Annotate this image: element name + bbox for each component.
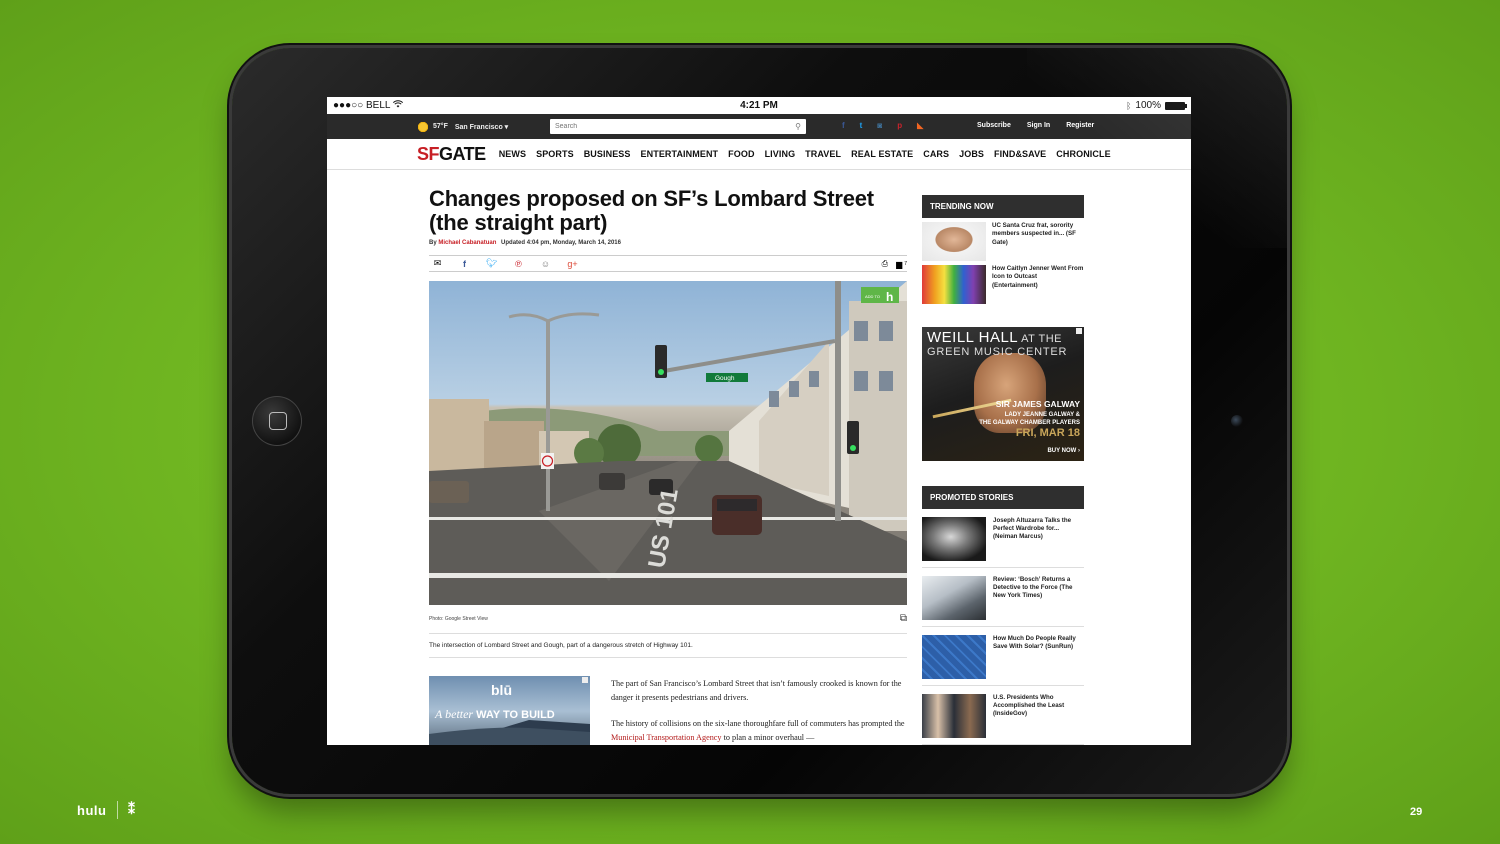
updated-timestamp: Updated 4:04 pm, Monday, March 14, 2016 [501, 240, 621, 246]
email-icon[interactable]: ✉ [431, 258, 444, 269]
paragraph-1: The part of San Francisco’s Lombard Stre… [611, 679, 902, 702]
clock: 4:21 PM [740, 100, 778, 111]
trending-thumbnail [922, 222, 986, 261]
photo-badge-small: ADD TO [865, 294, 880, 299]
nav-item-news[interactable]: NEWS [499, 149, 526, 159]
nav-item-living[interactable]: LIVING [765, 149, 796, 159]
utility-bar: 57°F San Francisco ▾ ⚲ f t ◙ p ◣ Subscri… [327, 114, 1191, 139]
promoted-item[interactable]: Joseph Altuzarra Talks the Perfect Wardr… [922, 509, 1084, 568]
share-bar: ✉ f 🐦︎ ℗ ☺ g+ ⎙ ▆ 7 [429, 255, 907, 272]
sidebar: TRENDING NOW UC Santa Cruz frat, sororit… [922, 195, 1084, 745]
sign-in-link[interactable]: Sign In [1027, 122, 1050, 129]
trending-header: TRENDING NOW [922, 195, 1084, 218]
search-input[interactable] [555, 123, 775, 130]
nav-item-find-save[interactable]: FIND&SAVE [994, 149, 1046, 159]
nav-item-entertainment[interactable]: ENTERTAINMENT [641, 149, 719, 159]
street-sign-text: Gough [715, 375, 735, 382]
article: Changes proposed on SF’s Lombard Street … [429, 186, 907, 745]
trending-thumbnail [922, 265, 986, 304]
register-link[interactable]: Register [1066, 122, 1094, 129]
promoted-thumbnail [922, 694, 986, 738]
search-box: ⚲ [550, 119, 806, 134]
promoted-stories: PROMOTED STORIES Joseph Altuzarra Talks … [922, 486, 1084, 745]
nav-item-travel[interactable]: TRAVEL [805, 149, 841, 159]
pinterest-icon[interactable]: p [897, 121, 902, 130]
search-icon[interactable]: ⚲ [795, 122, 801, 131]
promoted-item[interactable]: Review: ‘Bosch’ Returns a Detective to t… [922, 568, 1084, 627]
nav-item-jobs[interactable]: JOBS [959, 149, 984, 159]
temperature: 57°F [433, 123, 448, 130]
slide-page-number: 29 [1410, 806, 1423, 818]
trending-item[interactable]: UC Santa Cruz frat, sorority members sus… [922, 222, 1084, 261]
blu-tagline: A better WAY TO BUILD [435, 707, 555, 721]
home-button[interactable] [252, 396, 302, 446]
hulu-logo: hulu [77, 803, 107, 818]
promoted-thumbnail [922, 576, 986, 620]
photo-credit: Photo: Google Street View [429, 615, 488, 622]
ipad-frame: ●●●○○ BELL 4:21 PM ᛒ 100% 57°F San Franc… [232, 48, 1287, 794]
byline: By Michael Cabanatuan Updated 4:04 pm, M… [429, 240, 621, 246]
partner-mark-icon: ⁑ [128, 801, 135, 817]
social-links: f t ◙ p ◣ [842, 121, 923, 130]
nav-item-chronicle[interactable]: CHRONICLE [1056, 149, 1110, 159]
nav-item-food[interactable]: FOOD [728, 149, 754, 159]
mta-link[interactable]: Municipal Transportation Agency [611, 733, 722, 742]
pinterest-share-icon[interactable]: ℗ [512, 259, 525, 269]
promoted-thumbnail [922, 517, 986, 561]
article-photo[interactable]: Gough US 101 ADD TO h [429, 281, 907, 605]
sun-icon [417, 120, 429, 133]
comments-icon[interactable]: ▆ [896, 260, 902, 269]
adchoices-icon[interactable] [582, 677, 588, 683]
twitter-icon[interactable]: t [860, 121, 863, 130]
nav-item-sports[interactable]: SPORTS [536, 149, 574, 159]
promoted-item[interactable]: How Much Do People Really Save With Sola… [922, 627, 1084, 686]
author-link[interactable]: Michael Cabanatuan [438, 240, 496, 246]
subscribe-link[interactable]: Subscribe [977, 122, 1011, 129]
blu-logo: blū [491, 682, 512, 698]
facebook-share-icon[interactable]: f [458, 259, 471, 269]
browser-screen: ●●●○○ BELL 4:21 PM ᛒ 100% 57°F San Franc… [327, 97, 1191, 745]
twitter-share-icon[interactable]: 🐦︎ [485, 258, 498, 269]
nav-item-real-estate[interactable]: REAL ESTATE [851, 149, 913, 159]
footer-divider [117, 801, 118, 819]
photo-caption: The intersection of Lombard Street and G… [429, 633, 907, 658]
promoted-thumbnail [922, 635, 986, 679]
battery-icon [1165, 101, 1187, 110]
main-nav: SFGATE NEWS SPORTS BUSINESS ENTERTAINMEN… [327, 139, 1191, 170]
buy-now-link[interactable]: BUY NOW › [1047, 448, 1080, 454]
status-bar: ●●●○○ BELL 4:21 PM ᛒ 100% [327, 97, 1191, 114]
photo-credit-row: Photo: Google Street View ⧉ [429, 613, 907, 624]
facebook-icon[interactable]: f [842, 121, 845, 130]
adchoices-icon[interactable] [1076, 328, 1082, 334]
sfgate-logo[interactable]: SFGATE [417, 144, 486, 165]
weill-hall-ad[interactable]: WEILL HALL AT THE GREEN MUSIC CENTER SIR… [922, 327, 1084, 461]
instagram-icon[interactable]: ◙ [877, 121, 882, 130]
photo-badge-text[interactable]: h [886, 290, 893, 304]
blu-homes-ad[interactable]: blū A better WAY TO BUILD [429, 676, 590, 745]
trending-item[interactable]: How Caitlyn Jenner Went From Icon to Out… [922, 265, 1084, 304]
reddit-share-icon[interactable]: ☺ [539, 259, 552, 269]
city-selector[interactable]: San Francisco ▾ [455, 123, 508, 131]
weather-widget[interactable]: 57°F San Francisco ▾ [417, 120, 508, 133]
article-headline: Changes proposed on SF’s Lombard Street … [429, 186, 874, 235]
print-icon[interactable]: ⎙ [882, 259, 888, 269]
rss-icon[interactable]: ◣ [917, 121, 923, 130]
googleplus-share-icon[interactable]: g+ [566, 259, 579, 269]
promoted-header: PROMOTED STORIES [922, 486, 1084, 509]
nav-item-business[interactable]: BUSINESS [584, 149, 631, 159]
comment-count[interactable]: 7 [904, 261, 907, 267]
expand-icon[interactable]: ⧉ [900, 613, 907, 624]
article-body: The part of San Francisco’s Lombard Stre… [611, 677, 907, 745]
street-view-illustration: Gough US 101 ADD TO h [429, 281, 907, 605]
nav-item-cars[interactable]: CARS [923, 149, 949, 159]
promoted-item[interactable]: U.S. Presidents Who Accomplished the Lea… [922, 686, 1084, 745]
paragraph-2: The history of collisions on the six-lan… [611, 719, 905, 742]
account-links: Subscribe Sign In Register [977, 122, 1094, 129]
camera-icon [1231, 415, 1243, 427]
